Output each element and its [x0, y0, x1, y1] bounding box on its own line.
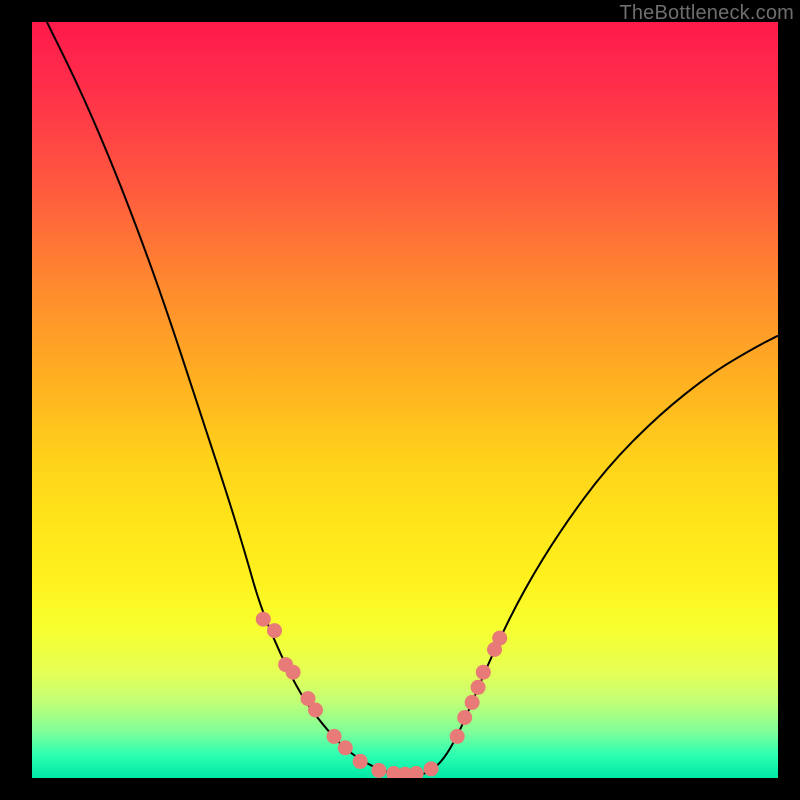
data-point: [424, 761, 439, 776]
data-point: [371, 763, 386, 778]
marker-group: [256, 612, 507, 778]
data-point: [457, 710, 472, 725]
data-point: [450, 729, 465, 744]
data-point: [338, 740, 353, 755]
chart-plot-area: [32, 22, 778, 778]
data-point: [353, 754, 368, 769]
data-point: [465, 695, 480, 710]
data-point: [256, 612, 271, 627]
data-point: [327, 729, 342, 744]
data-point: [267, 623, 282, 638]
chart-overlay: [32, 22, 778, 778]
data-point: [476, 665, 491, 680]
data-point: [471, 680, 486, 695]
data-point: [409, 766, 424, 778]
data-point: [308, 703, 323, 718]
watermark-text: TheBottleneck.com: [619, 2, 794, 25]
data-point: [492, 631, 507, 646]
data-point: [286, 665, 301, 680]
chart-frame: TheBottleneck.com: [0, 0, 800, 800]
bottleneck-curve: [47, 22, 778, 775]
